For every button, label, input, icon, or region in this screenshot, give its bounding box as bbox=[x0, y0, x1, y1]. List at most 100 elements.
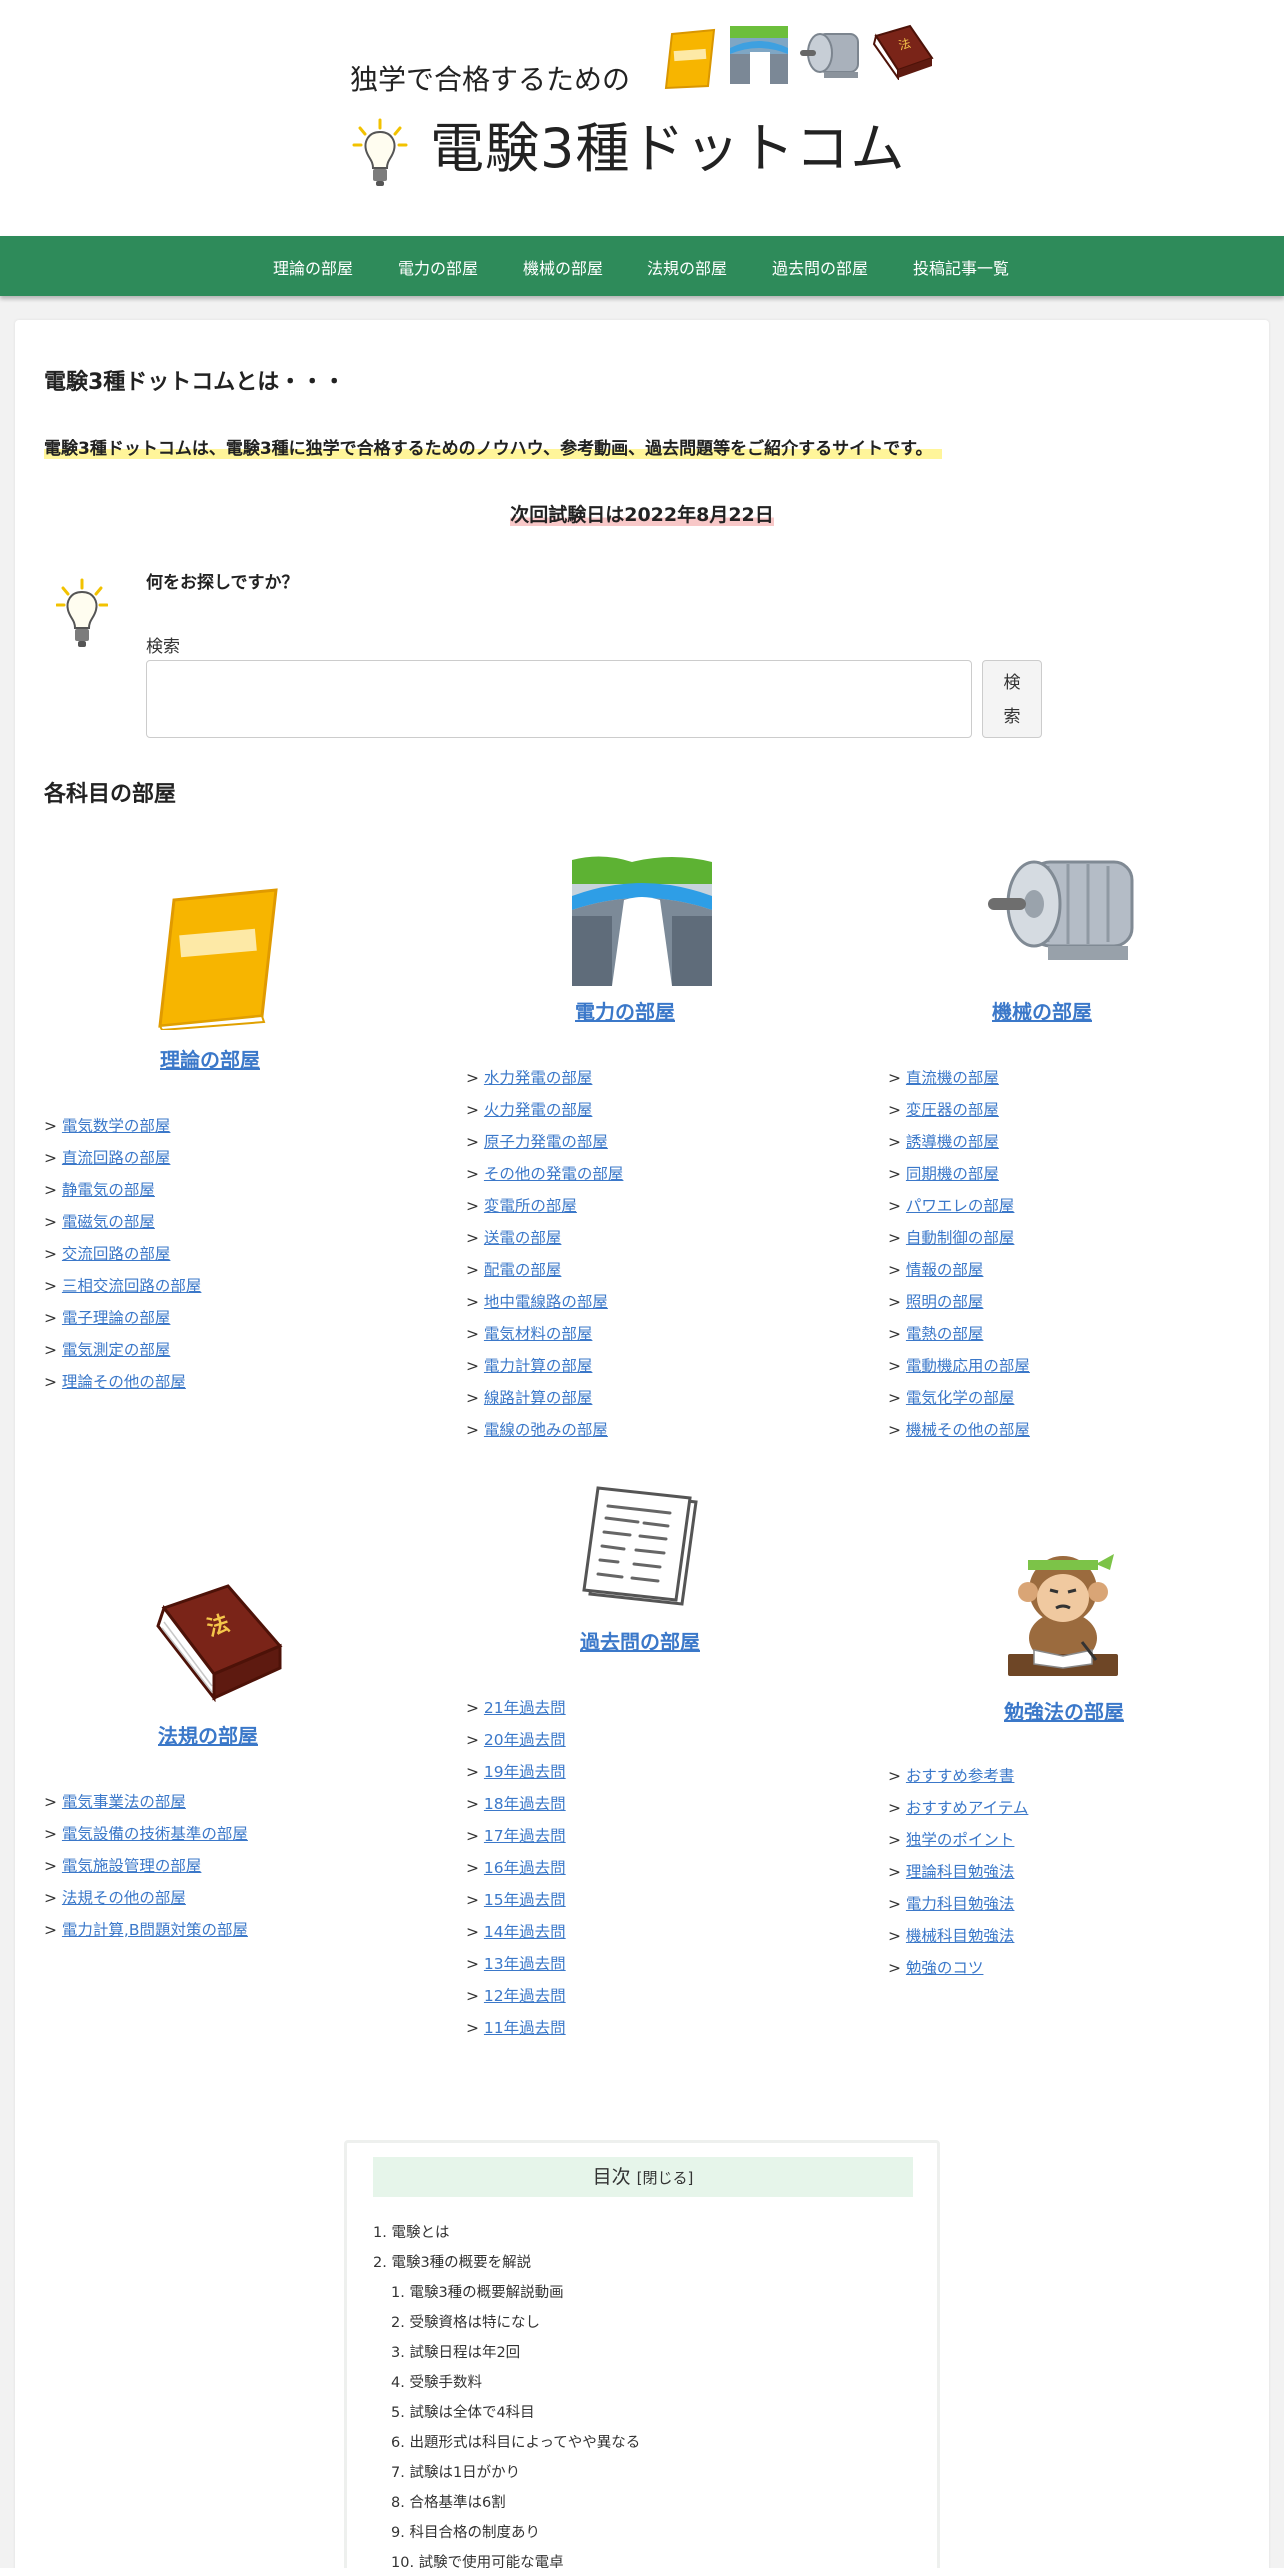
toc-subitem[interactable]: 8. 合格基準は6割 bbox=[391, 2491, 640, 2521]
room-link[interactable]: パワエレの部屋 bbox=[906, 1197, 1015, 1215]
room-link[interactable]: 電線の弛みの部屋 bbox=[484, 1421, 608, 1439]
room-link[interactable]: 配電の部屋 bbox=[484, 1261, 562, 1279]
monkey-study-icon[interactable] bbox=[1000, 1538, 1126, 1682]
room-title-kikai[interactable]: 機械の部屋 bbox=[972, 996, 1112, 1025]
room-link[interactable]: 水力発電の部屋 bbox=[484, 1069, 593, 1087]
room-link[interactable]: 12年過去問 bbox=[484, 1987, 566, 2005]
room-link[interactable]: 交流回路の部屋 bbox=[62, 1245, 171, 1263]
room-link[interactable]: 理論科目勉強法 bbox=[906, 1863, 1015, 1881]
room-link[interactable]: 電気測定の部屋 bbox=[62, 1341, 171, 1359]
room-link[interactable]: 情報の部屋 bbox=[906, 1261, 984, 1279]
room-link[interactable]: 電力科目勉強法 bbox=[906, 1895, 1015, 1913]
room-link[interactable]: 電気数学の部屋 bbox=[62, 1117, 171, 1135]
search-button[interactable]: 検 索 bbox=[982, 660, 1042, 738]
room-link[interactable]: 14年過去問 bbox=[484, 1923, 566, 1941]
motor-icon[interactable] bbox=[800, 28, 866, 82]
room-link[interactable]: 火力発電の部屋 bbox=[484, 1101, 593, 1119]
room-link[interactable]: 法規その他の部屋 bbox=[62, 1889, 186, 1907]
room-link[interactable]: 電力計算,B問題対策の部屋 bbox=[62, 1921, 248, 1939]
room-title-riron[interactable]: 理論の部屋 bbox=[140, 1044, 280, 1073]
toc-item-text: 受験手数料 bbox=[409, 2375, 482, 2391]
room-link[interactable]: 電気化学の部屋 bbox=[906, 1389, 1015, 1407]
toc-subitem[interactable]: 9. 科目合格の制度あり bbox=[391, 2521, 640, 2551]
room-link[interactable]: 静電気の部屋 bbox=[62, 1181, 155, 1199]
room-link[interactable]: 変電所の部屋 bbox=[484, 1197, 577, 1215]
room-link[interactable]: 自動制御の部屋 bbox=[906, 1229, 1015, 1247]
room-link[interactable]: おすすめ参考書 bbox=[906, 1767, 1015, 1785]
room-link[interactable]: 変圧器の部屋 bbox=[906, 1101, 999, 1119]
room-link[interactable]: 電気事業法の部屋 bbox=[62, 1793, 186, 1811]
toc-subitem[interactable]: 10. 試験で使用可能な電卓 bbox=[391, 2551, 640, 2568]
room-link[interactable]: 19年過去問 bbox=[484, 1763, 566, 1781]
room-link[interactable]: 勉強のコツ bbox=[906, 1959, 984, 1977]
room-link[interactable]: 同期機の部屋 bbox=[906, 1165, 999, 1183]
motor-icon[interactable] bbox=[988, 856, 1140, 966]
room-link[interactable]: 電気材料の部屋 bbox=[484, 1325, 593, 1343]
room-link[interactable]: 21年過去問 bbox=[484, 1699, 566, 1717]
list-item: > 直流回路の部屋 bbox=[44, 1146, 201, 1178]
toc-item-text: 受験資格は特になし bbox=[409, 2315, 540, 2331]
room-link[interactable]: 地中電線路の部屋 bbox=[484, 1293, 608, 1311]
room-link[interactable]: 機械その他の部屋 bbox=[906, 1421, 1030, 1439]
room-link[interactable]: 原子力発電の部屋 bbox=[484, 1133, 608, 1151]
papers-icon[interactable] bbox=[578, 1480, 708, 1610]
room-link[interactable]: 電磁気の部屋 bbox=[62, 1213, 155, 1231]
toc-toggle[interactable]: [閉じる] bbox=[637, 2169, 694, 2187]
room-link[interactable]: 16年過去問 bbox=[484, 1859, 566, 1877]
book-icon[interactable] bbox=[662, 28, 718, 90]
room-link[interactable]: 電力計算の部屋 bbox=[484, 1357, 593, 1375]
book-icon[interactable] bbox=[152, 888, 286, 1030]
nav-item-kakomon[interactable]: 過去問の部屋 bbox=[772, 255, 868, 279]
toc-item[interactable]: 2. 電験3種の概要を解説 bbox=[373, 2251, 531, 2281]
room-link[interactable]: 13年過去問 bbox=[484, 1955, 566, 1973]
nav-item-riron[interactable]: 理論の部屋 bbox=[273, 255, 353, 279]
law-book-icon[interactable]: 法 bbox=[152, 1582, 286, 1702]
room-link[interactable]: 独学のポイント bbox=[906, 1831, 1015, 1849]
room-link[interactable]: おすすめアイテム bbox=[906, 1799, 1028, 1817]
nav-item-denryoku[interactable]: 電力の部屋 bbox=[398, 255, 478, 279]
dam-icon[interactable] bbox=[728, 24, 790, 86]
toc-subitem[interactable]: 4. 受験手数料 bbox=[391, 2371, 640, 2401]
room-link[interactable]: 誘導機の部屋 bbox=[906, 1133, 999, 1151]
nav-item-kikai[interactable]: 機械の部屋 bbox=[523, 255, 603, 279]
room-title-benkyo[interactable]: 勉強法の部屋 bbox=[994, 1696, 1134, 1725]
toc-subitem[interactable]: 6. 出題形式は科目によってやや異なる bbox=[391, 2431, 640, 2461]
dam-icon[interactable] bbox=[572, 856, 712, 986]
room-link[interactable]: 線路計算の部屋 bbox=[484, 1389, 593, 1407]
room-link[interactable]: 送電の部屋 bbox=[484, 1229, 562, 1247]
room-link[interactable]: 電熱の部屋 bbox=[906, 1325, 984, 1343]
list-item: > おすすめアイテム bbox=[888, 1796, 1028, 1828]
room-link[interactable]: 11年過去問 bbox=[484, 2019, 566, 2037]
toc-subitem[interactable]: 7. 試験は1日がかり bbox=[391, 2461, 640, 2491]
toc-subitem[interactable]: 2. 受験資格は特になし bbox=[391, 2311, 640, 2341]
toc-item-number: 4. bbox=[391, 2375, 405, 2391]
room-link[interactable]: 15年過去問 bbox=[484, 1891, 566, 1909]
room-link[interactable]: 17年過去問 bbox=[484, 1827, 566, 1845]
room-link[interactable]: 電子理論の部屋 bbox=[62, 1309, 171, 1327]
room-link[interactable]: 三相交流回路の部屋 bbox=[62, 1277, 202, 1295]
site-title-link[interactable]: 電験3種ドットコム bbox=[430, 104, 905, 183]
nav-item-posts[interactable]: 投稿記事一覧 bbox=[913, 255, 1009, 279]
law-book-icon[interactable]: 法 bbox=[870, 24, 936, 80]
room-title-kakomon[interactable]: 過去問の部屋 bbox=[570, 1626, 710, 1655]
toc-subitem[interactable]: 1. 電験3種の概要解説動画 bbox=[391, 2281, 640, 2311]
room-link[interactable]: 理論その他の部屋 bbox=[62, 1373, 186, 1391]
room-link[interactable]: 照明の部屋 bbox=[906, 1293, 984, 1311]
room-title-hoki[interactable]: 法規の部屋 bbox=[140, 1720, 276, 1749]
toc-item[interactable]: 1. 電験とは bbox=[373, 2221, 531, 2251]
room-title-denryoku[interactable]: 電力の部屋 bbox=[555, 996, 695, 1025]
nav-item-hoki[interactable]: 法規の部屋 bbox=[647, 255, 727, 279]
room-link[interactable]: その他の発電の部屋 bbox=[484, 1165, 624, 1183]
room-link[interactable]: 電動機応用の部屋 bbox=[906, 1357, 1030, 1375]
toc-subitem[interactable]: 3. 試験日程は年2回 bbox=[391, 2341, 640, 2371]
room-link[interactable]: 機械科目勉強法 bbox=[906, 1927, 1015, 1945]
toc-subitem[interactable]: 5. 試験は全体で4科目 bbox=[391, 2401, 640, 2431]
room-link[interactable]: 電気設備の技術基準の部屋 bbox=[62, 1825, 248, 1843]
room-link[interactable]: 直流回路の部屋 bbox=[62, 1149, 171, 1167]
room-link[interactable]: 18年過去問 bbox=[484, 1795, 566, 1813]
room-link[interactable]: 20年過去問 bbox=[484, 1731, 566, 1749]
room-link[interactable]: 直流機の部屋 bbox=[906, 1069, 999, 1087]
search-input[interactable] bbox=[146, 660, 972, 738]
room-link[interactable]: 電気施設管理の部屋 bbox=[62, 1857, 202, 1875]
list-bullet: > bbox=[466, 1891, 484, 1909]
